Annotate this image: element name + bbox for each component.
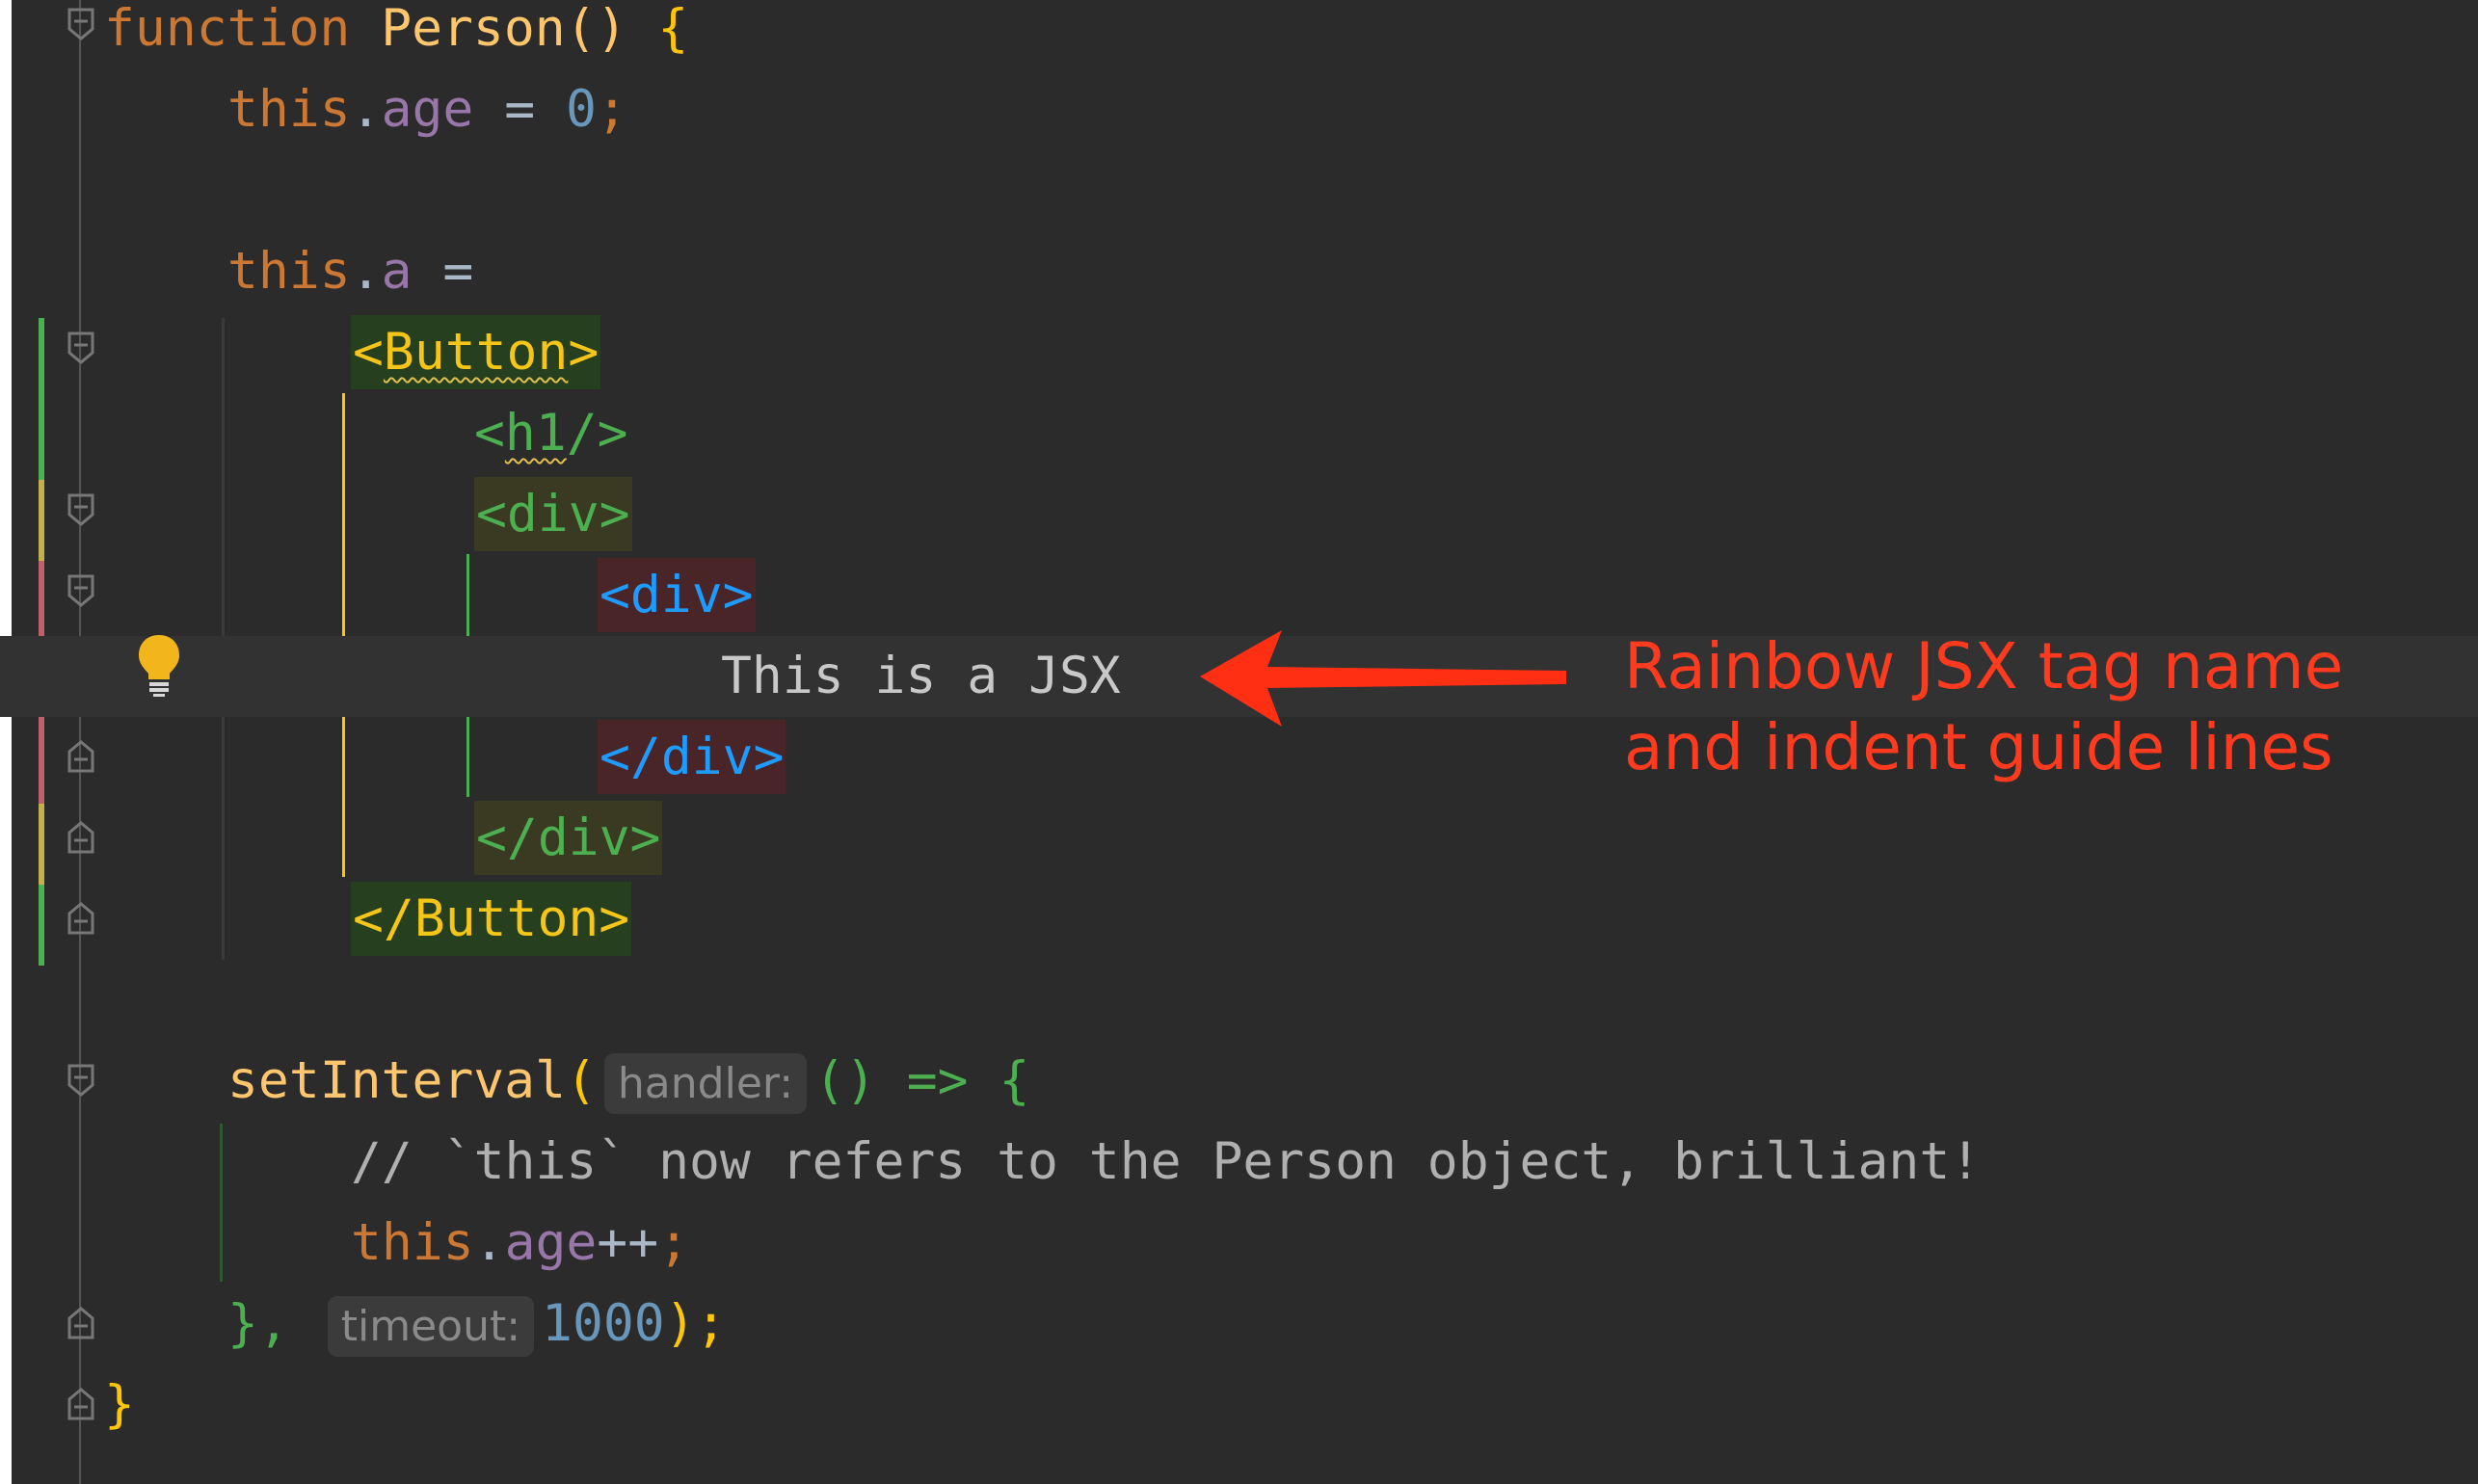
code-line[interactable]: this.age++; <box>0 1203 2478 1284</box>
brace: }, <box>227 1294 289 1353</box>
code-line[interactable]: function Person() { <box>0 0 2478 69</box>
jsx-tag-div-open: <div> <box>474 477 632 551</box>
function-name: Person <box>381 0 566 58</box>
code-line[interactable]: // `this` now refers to the Person objec… <box>0 1122 2478 1203</box>
property: a <box>381 242 413 301</box>
code-line[interactable]: setInterval(handler:() => { <box>0 1041 2478 1122</box>
function-call: setInterval <box>227 1051 566 1110</box>
dot: . <box>350 242 382 301</box>
arrow-function: () => <box>814 1051 999 1110</box>
jsx-tag-div-inner-close: </div> <box>598 720 786 794</box>
jsx-text: This is a JSX <box>721 647 1121 705</box>
jsx-tag-div-inner-open: <div> <box>598 558 756 632</box>
property: age <box>504 1213 598 1272</box>
number: 0 <box>566 80 597 139</box>
property: age <box>381 80 474 139</box>
brace: { <box>999 1051 1030 1110</box>
jsx-tag-h1: <h1/> <box>474 404 628 463</box>
parameter-hint: timeout: <box>327 1296 535 1357</box>
annotation-label: Rainbow JSX tag name and indent guide li… <box>1624 626 2453 788</box>
lightbulb-icon[interactable] <box>135 631 183 699</box>
params: () <box>565 0 658 58</box>
jsx-tag-div-close: </div> <box>474 801 663 875</box>
brace: { <box>657 0 689 58</box>
code-line[interactable]: <Button> <box>0 312 2478 393</box>
code-line[interactable]: <h1/> <box>0 393 2478 474</box>
annotation-line-2: and indent guide lines <box>1624 710 2333 784</box>
comment: // `this` now refers to the Person objec… <box>351 1132 1982 1191</box>
this-keyword: this <box>227 242 351 301</box>
jsx-tag-button-close: </Button> <box>351 882 632 956</box>
this-keyword: this <box>227 80 351 139</box>
keyword: function <box>104 0 351 58</box>
semicolon: ; <box>596 80 627 139</box>
paren-close: ); <box>664 1294 727 1353</box>
semicolon: ; <box>658 1213 690 1272</box>
brace: } <box>104 1375 135 1434</box>
code-line[interactable]: this.age = 0; <box>0 69 2478 150</box>
arrow-icon <box>1200 630 1566 727</box>
operator: = <box>412 242 474 301</box>
parameter-hint: handler: <box>603 1053 808 1114</box>
code-line[interactable]: <div> <box>0 555 2478 636</box>
number: 1000 <box>542 1294 665 1353</box>
code-line[interactable]: <div> <box>0 474 2478 555</box>
code-line[interactable]: </div> <box>0 798 2478 879</box>
paren: ( <box>566 1051 597 1110</box>
dot: . <box>350 80 382 139</box>
code-line[interactable]: this.a = <box>0 231 2478 312</box>
jsx-tag-button-open: <Button> <box>351 315 601 389</box>
operator: = <box>473 80 567 139</box>
operator: ++ <box>597 1213 659 1272</box>
code-line[interactable]: }, timeout: 1000); <box>0 1284 2478 1365</box>
annotation-line-1: Rainbow JSX tag name <box>1624 629 2344 703</box>
code-line[interactable]: } <box>0 1365 2478 1445</box>
dot: . <box>473 1213 505 1272</box>
this-keyword: this <box>351 1213 474 1272</box>
code-line[interactable]: </Button> <box>0 879 2478 960</box>
